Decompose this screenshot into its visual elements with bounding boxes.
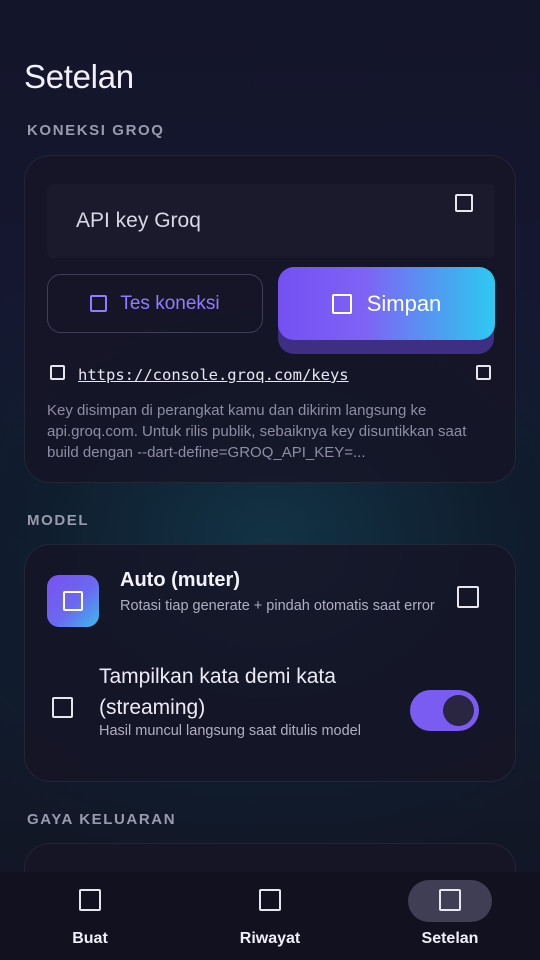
nav-item-setelan[interactable]: Setelan xyxy=(390,872,510,960)
nav-item-buat[interactable]: Buat xyxy=(30,872,150,960)
nav-item-riwayat[interactable]: Riwayat xyxy=(210,872,330,960)
visibility-toggle-icon[interactable] xyxy=(455,194,473,212)
model-icon xyxy=(47,575,99,627)
groq-connection-card: Tes koneksi Simpan https://console.groq.… xyxy=(24,155,516,483)
test-connection-label: Tes koneksi xyxy=(120,292,220,314)
open-external-icon[interactable] xyxy=(476,365,491,380)
nav-label: Buat xyxy=(72,930,108,947)
settings-icon xyxy=(439,889,461,911)
history-icon xyxy=(259,889,281,911)
test-connection-button[interactable]: Tes koneksi xyxy=(47,274,263,333)
api-key-input[interactable] xyxy=(47,184,495,258)
toggle-knob xyxy=(443,695,474,726)
save-button[interactable]: Simpan xyxy=(278,267,495,340)
api-key-help-text: Key disimpan di perangkat kamu dan dikir… xyxy=(47,402,467,461)
api-key-field[interactable] xyxy=(47,184,495,258)
model-glyph-icon xyxy=(63,591,83,611)
streaming-description: Hasil muncul langsung saat ditulis model xyxy=(99,723,361,739)
model-description: Rotasi tiap generate + pindah otomatis s… xyxy=(120,598,435,614)
model-name: Auto (muter) xyxy=(120,569,240,591)
streaming-icon xyxy=(52,697,73,718)
page-title: Setelan xyxy=(24,58,134,95)
section-label-model: MODEL xyxy=(27,512,90,529)
groq-console-link[interactable]: https://console.groq.com/keys xyxy=(78,366,349,384)
test-connection-icon xyxy=(90,295,108,312)
section-label-output: GAYA KELUARAN xyxy=(27,811,177,828)
model-card: Auto (muter) Rotasi tiap generate + pind… xyxy=(24,544,516,782)
link-icon xyxy=(50,365,65,380)
save-icon xyxy=(331,293,352,314)
model-options-icon[interactable] xyxy=(457,586,479,608)
bottom-navigation: Buat Riwayat Setelan xyxy=(0,872,540,960)
nav-label: Riwayat xyxy=(239,930,301,947)
section-label-groq: KONEKSI GROQ xyxy=(27,122,165,139)
save-button-label: Simpan xyxy=(366,290,442,316)
create-icon xyxy=(79,889,101,911)
streaming-toggle[interactable] xyxy=(410,690,479,731)
nav-label: Setelan xyxy=(421,930,479,947)
streaming-title: Tampilkan kata demi kata (streaming) xyxy=(99,665,336,719)
